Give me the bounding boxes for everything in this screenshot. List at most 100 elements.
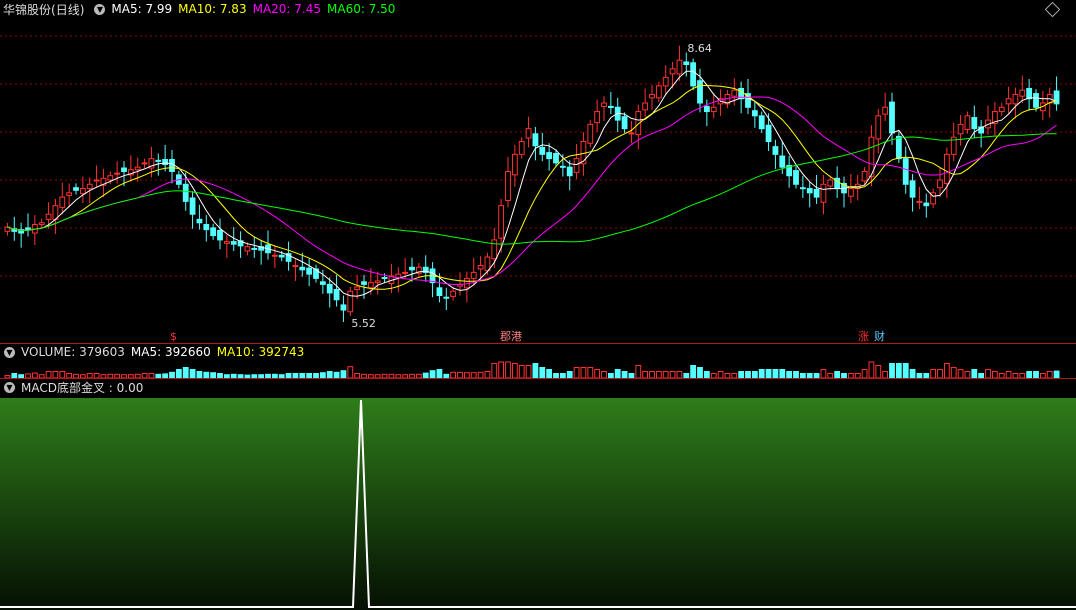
volume-toggle-icon[interactable]: ▼ bbox=[4, 346, 15, 358]
volume-bar bbox=[820, 369, 827, 378]
candle-body bbox=[964, 115, 971, 131]
candle-body bbox=[141, 162, 148, 165]
candle-body bbox=[793, 170, 799, 185]
candle-body bbox=[539, 146, 546, 155]
candle-body bbox=[409, 266, 415, 271]
candle-body bbox=[532, 133, 539, 147]
volume-bar bbox=[930, 369, 937, 378]
ma20-line bbox=[7, 96, 1057, 285]
candle-body bbox=[703, 105, 710, 113]
macd-background bbox=[0, 398, 1076, 610]
candle-body bbox=[1053, 90, 1060, 105]
volume-bar bbox=[532, 363, 539, 378]
event-marker: 郡港 bbox=[500, 330, 522, 343]
candle-body bbox=[402, 271, 409, 274]
candle-body bbox=[436, 287, 443, 296]
volume-bar bbox=[175, 369, 182, 378]
candle-body bbox=[628, 132, 635, 135]
candle-body bbox=[1012, 93, 1019, 105]
volume-bar bbox=[505, 361, 511, 378]
macd-toggle-icon[interactable]: ▼ bbox=[4, 381, 15, 393]
candle-body bbox=[271, 254, 278, 257]
candle-body bbox=[210, 227, 217, 237]
candle-body bbox=[806, 188, 813, 194]
candle-body bbox=[114, 172, 121, 175]
candle-body bbox=[655, 85, 662, 99]
volume-bar bbox=[902, 363, 909, 378]
candle-body bbox=[182, 183, 189, 202]
candle-body bbox=[319, 281, 326, 285]
candle-body bbox=[820, 183, 827, 203]
volume-chart bbox=[4, 361, 1060, 378]
candle-body bbox=[354, 286, 361, 291]
candle-body bbox=[203, 223, 210, 231]
volume-bar bbox=[573, 367, 580, 378]
candle-body bbox=[79, 188, 86, 195]
candle-body bbox=[546, 152, 553, 160]
ma20-label: MA20: 7.45 bbox=[252, 2, 322, 16]
candle-body bbox=[278, 254, 285, 258]
candle-body bbox=[470, 271, 477, 279]
candle-body bbox=[998, 106, 1005, 113]
volume-bar bbox=[875, 365, 882, 378]
candle-body bbox=[669, 68, 676, 75]
candle-body bbox=[971, 117, 978, 130]
volume-bar bbox=[340, 370, 347, 378]
volume-bar bbox=[546, 369, 553, 378]
low-annotation: 5.52 bbox=[351, 317, 376, 330]
candle-body bbox=[1026, 87, 1033, 100]
volume-bar bbox=[436, 369, 443, 378]
volume-bar bbox=[525, 365, 532, 378]
candle-body bbox=[299, 266, 306, 271]
macd-legend-bar: ▼ MACD底部金叉 : 0.00 bbox=[0, 378, 1076, 396]
candle-body bbox=[86, 183, 93, 190]
volume-bar bbox=[614, 369, 621, 378]
volume-bar bbox=[758, 369, 765, 378]
event-marker: 涨 bbox=[858, 330, 869, 343]
candle-body bbox=[889, 101, 895, 134]
volume-bar bbox=[587, 367, 594, 378]
candle-body bbox=[217, 229, 223, 241]
candle-body bbox=[381, 277, 388, 280]
candle-body bbox=[916, 200, 923, 203]
candle-body bbox=[134, 166, 141, 171]
candle-body bbox=[553, 152, 559, 164]
candlestick-chart: 8.64 5.52 $ 郡港 涨财 bbox=[0, 35, 1076, 343]
macd-title: MACD底部金叉 : 0.00 bbox=[21, 380, 144, 395]
candle-body bbox=[882, 106, 889, 115]
candle-body bbox=[751, 110, 758, 117]
volume-value: VOLUME: 379603 bbox=[21, 345, 125, 359]
candle-body bbox=[443, 296, 450, 299]
indicator-toggle-icon[interactable]: ▼ bbox=[94, 3, 106, 15]
candle-body bbox=[779, 155, 786, 168]
candle-body bbox=[59, 196, 66, 208]
volume-bar bbox=[868, 361, 875, 378]
candle-body bbox=[525, 128, 532, 139]
volume-bar bbox=[539, 367, 546, 378]
volume-bar bbox=[957, 369, 964, 378]
volume-bar bbox=[943, 363, 950, 378]
ma5-label: MA5: 7.99 bbox=[111, 2, 173, 16]
candle-body bbox=[38, 222, 45, 225]
candle-body bbox=[450, 290, 457, 297]
candle-body bbox=[676, 59, 683, 75]
candle-body bbox=[649, 93, 655, 99]
candle-body bbox=[923, 202, 930, 207]
candle-body bbox=[697, 80, 703, 104]
candle-body bbox=[306, 267, 313, 275]
volume-bar bbox=[971, 369, 978, 378]
volume-bar bbox=[511, 363, 518, 378]
ma10-line bbox=[7, 85, 1057, 290]
stock-name: 华锦股份 bbox=[3, 2, 52, 17]
macd-chart bbox=[0, 398, 1076, 610]
candle-body bbox=[361, 281, 367, 285]
candle-body bbox=[230, 241, 237, 245]
candle-body bbox=[73, 187, 79, 191]
candle-body bbox=[45, 213, 52, 220]
candle-body bbox=[326, 283, 333, 294]
candle-body bbox=[758, 115, 765, 130]
candle-body bbox=[1019, 89, 1026, 97]
candle-body bbox=[374, 280, 381, 284]
candle-body bbox=[662, 76, 669, 87]
candle-body bbox=[601, 102, 607, 107]
